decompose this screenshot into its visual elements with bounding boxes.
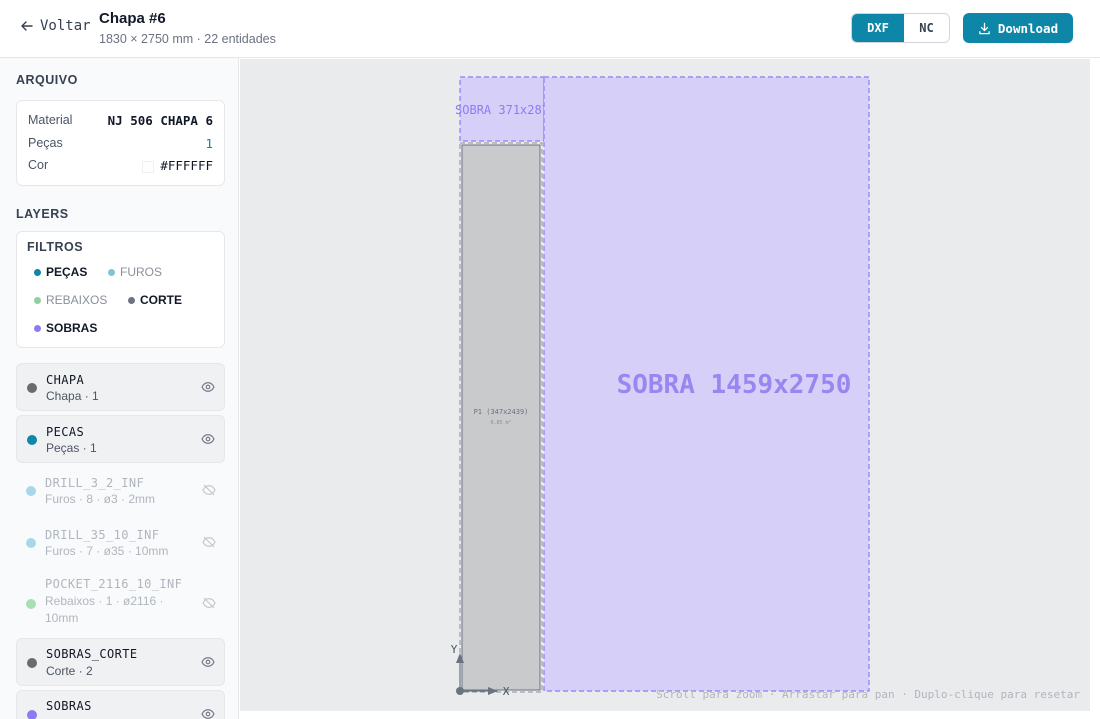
filter-label: PEÇAS bbox=[46, 265, 88, 279]
pecas-value: 1 bbox=[205, 136, 213, 151]
eye-off-icon[interactable] bbox=[202, 483, 216, 497]
cor-label: Cor bbox=[28, 158, 49, 172]
layers-section-title: LAYERS bbox=[16, 207, 69, 221]
layer-color-dot bbox=[26, 599, 36, 609]
filter-label: REBAIXOS bbox=[46, 293, 108, 307]
eye-icon[interactable] bbox=[201, 380, 215, 394]
format-toggle: DXF NC bbox=[851, 13, 950, 43]
arrow-left-icon bbox=[21, 21, 33, 31]
axis-y-label: Y bbox=[451, 643, 458, 656]
filters-card: FILTROS PEÇAS FUROS REBAIXOS CORTE SOBRA… bbox=[16, 231, 225, 348]
layer-color-dot bbox=[27, 435, 37, 445]
download-button[interactable]: Download bbox=[963, 13, 1073, 43]
filter-label: CORTE bbox=[140, 293, 182, 307]
pecas-label: Peças bbox=[28, 136, 63, 150]
pecas-row: Peças 1 bbox=[28, 136, 213, 151]
cor-value: #FFFFFF bbox=[160, 158, 213, 173]
sobra-small-label: SOBRA 371x287 bbox=[455, 103, 549, 117]
layer-item-drill-35-10[interactable]: DRILL_35_10_INF Furos · 7 · ø35 · 10mm bbox=[16, 519, 225, 567]
page-title: Chapa #6 bbox=[99, 10, 166, 27]
material-row: Material NJ 506 CHAPA 6 bbox=[28, 113, 213, 128]
filter-dot-icon bbox=[34, 296, 41, 304]
download-label: Download bbox=[997, 20, 1059, 36]
canvas-hint: Scroll para zoom · Arrastar para pan · D… bbox=[656, 688, 1080, 701]
top-bar: Voltar Chapa #6 1830 × 2750 mm · 22 enti… bbox=[0, 0, 1100, 58]
sheet-drawing: SOBRA 371x287 P1 (347x2439) 0,85 m² SOBR… bbox=[451, 76, 870, 698]
sobra-large-label: SOBRA 1459x2750 bbox=[617, 370, 852, 400]
layer-color-dot bbox=[27, 710, 37, 719]
piece-p1[interactable] bbox=[461, 144, 541, 691]
eye-icon[interactable] bbox=[201, 707, 215, 719]
back-button[interactable]: Voltar bbox=[20, 18, 91, 34]
piece-label: P1 (347x2439) bbox=[474, 408, 529, 416]
filter-dot-icon bbox=[108, 268, 115, 276]
layer-item-drill-3-2[interactable]: DRILL_3_2_INF Furos · 8 · ø3 · 2mm bbox=[16, 467, 225, 515]
layer-sub: Peças · 1 bbox=[46, 441, 97, 455]
material-label: Material bbox=[28, 113, 73, 127]
layer-name: DRILL_35_10_INF bbox=[45, 528, 160, 542]
axis-x-label: X bbox=[503, 685, 510, 698]
filter-corte[interactable]: CORTE bbox=[128, 293, 182, 307]
layer-color-dot bbox=[27, 383, 37, 393]
filter-label: FUROS bbox=[120, 265, 162, 279]
piece-area: 0,85 m² bbox=[490, 420, 511, 426]
layer-sub: Chapa · 1 bbox=[46, 389, 99, 403]
layer-item-sobras[interactable]: SOBRAS bbox=[16, 690, 225, 719]
filter-dot-icon bbox=[128, 296, 135, 304]
filter-dot-icon bbox=[34, 268, 41, 276]
format-nc-button[interactable]: NC bbox=[904, 14, 949, 42]
file-info-card: Material NJ 506 CHAPA 6 Peças 1 Cor #FFF… bbox=[16, 100, 225, 186]
cor-row: Cor #FFFFFF bbox=[28, 158, 213, 173]
origin-point bbox=[456, 687, 464, 695]
eye-icon[interactable] bbox=[201, 432, 215, 446]
layer-name: SOBRAS_CORTE bbox=[46, 647, 138, 661]
filter-furos[interactable]: FUROS bbox=[108, 265, 162, 279]
color-swatch bbox=[142, 160, 155, 173]
filter-pecas[interactable]: PEÇAS bbox=[34, 265, 87, 279]
layer-name: CHAPA bbox=[46, 373, 85, 387]
back-label: Voltar bbox=[40, 18, 91, 34]
filter-sobras[interactable]: SOBRAS bbox=[34, 321, 97, 335]
eye-off-icon[interactable] bbox=[202, 596, 216, 610]
arquivo-section-title: ARQUIVO bbox=[16, 73, 78, 87]
page-subtitle: 1830 × 2750 mm · 22 entidades bbox=[99, 32, 276, 46]
filter-label: SOBRAS bbox=[46, 321, 98, 335]
drawing-canvas[interactable]: SOBRA 371x287 P1 (347x2439) 0,85 m² SOBR… bbox=[240, 59, 1090, 711]
material-value: NJ 506 CHAPA 6 bbox=[107, 113, 213, 128]
layer-color-dot bbox=[26, 538, 36, 548]
layer-color-dot bbox=[27, 658, 37, 668]
filter-rebaixos[interactable]: REBAIXOS bbox=[34, 293, 107, 307]
layer-sub: Corte · 2 bbox=[46, 664, 93, 678]
eye-off-icon[interactable] bbox=[202, 535, 216, 549]
layer-item-sobras-corte[interactable]: SOBRAS_CORTE Corte · 2 bbox=[16, 638, 225, 686]
layer-sub: Rebaixos · 1 · ø2116 · 10mm bbox=[45, 594, 164, 625]
layer-item-pecas[interactable]: PECAS Peças · 1 bbox=[16, 415, 225, 463]
download-icon bbox=[979, 22, 990, 34]
layer-name: SOBRAS bbox=[46, 699, 92, 713]
layer-item-pocket[interactable]: POCKET_2116_10_INF Rebaixos · 1 · ø2116 … bbox=[16, 571, 225, 637]
eye-icon[interactable] bbox=[201, 655, 215, 669]
format-dxf-button[interactable]: DXF bbox=[852, 14, 904, 42]
layer-item-chapa[interactable]: CHAPA Chapa · 1 bbox=[16, 363, 225, 411]
filter-dot-icon bbox=[34, 324, 41, 332]
layer-sub: Furos · 7 · ø35 · 10mm bbox=[45, 544, 169, 558]
layer-name: DRILL_3_2_INF bbox=[45, 476, 145, 490]
layer-name: POCKET_2116_10_INF bbox=[45, 577, 183, 591]
filters-title: FILTROS bbox=[27, 240, 84, 254]
layer-color-dot bbox=[26, 486, 36, 496]
layer-sub: Furos · 8 · ø3 · 2mm bbox=[45, 492, 156, 506]
sidebar: ARQUIVO Material NJ 506 CHAPA 6 Peças 1 … bbox=[0, 58, 239, 719]
layer-name: PECAS bbox=[46, 425, 85, 439]
